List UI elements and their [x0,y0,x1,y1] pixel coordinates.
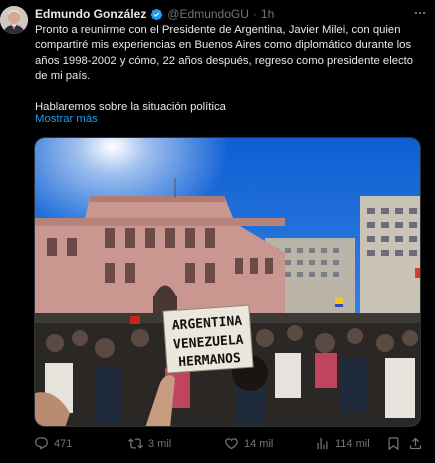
heart-icon [225,438,238,450]
avatar[interactable] [0,6,28,34]
author-handle[interactable]: @EdmundoGU [167,7,249,21]
views-chart-icon [317,437,328,450]
share-icon [409,437,422,450]
like-button[interactable]: 14 mil [224,436,273,451]
views-count: 114 mil [335,437,370,450]
share-button[interactable] [408,436,423,451]
views-button[interactable]: 114 mil [315,436,370,451]
repost-count: 3 mil [148,437,172,450]
reply-button[interactable]: 471 [34,436,72,451]
repost-button[interactable]: 3 mil [128,436,171,451]
reply-count: 471 [54,437,73,450]
bookmark-button[interactable] [386,436,401,451]
show-more-link[interactable]: Mostrar más [35,113,98,125]
repost-icon [128,438,143,449]
like-count: 14 mil [244,437,274,450]
bookmark-icon [388,437,399,451]
tweet[interactable]: Edmundo González @EdmundoGU · 1h Pronto … [0,0,435,463]
tweet-actions: 471 3 mil 14 mil 114 mil [34,436,423,454]
tweet-text-paragraph-1: Pronto a reunirme con el Presidente de A… [35,24,414,83]
tweet-text: Pronto a reunirme con el Presidente de A… [35,23,427,115]
reply-icon [35,437,48,450]
tweet-photo[interactable]: ARGENTINA VENEZUELA HERMANOS [34,137,421,427]
more-options-icon[interactable] [413,6,427,20]
verified-badge-icon [150,8,163,21]
separator-dot: · [252,7,257,21]
timestamp[interactable]: 1h [261,7,274,21]
author-name[interactable]: Edmundo González [35,7,146,21]
tweet-header: Edmundo González @EdmundoGU · 1h [35,6,427,22]
